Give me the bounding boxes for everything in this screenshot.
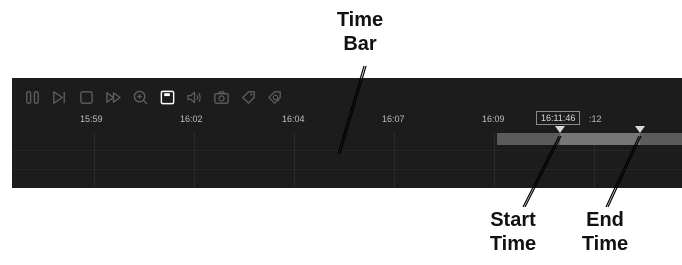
step-forward-button[interactable] — [49, 87, 70, 108]
end-time-callout: End Time — [570, 208, 640, 256]
save-button[interactable] — [157, 87, 178, 108]
tick-label: 16:02 — [180, 114, 203, 124]
time-bar-callout-line2: Bar — [343, 33, 377, 55]
grid-line — [394, 132, 395, 188]
start-time-callout-line1: Start — [490, 209, 536, 231]
volume-button[interactable] — [184, 87, 205, 108]
selected-clip-range[interactable] — [560, 133, 640, 145]
step-forward-icon — [53, 90, 65, 104]
tick-label: :12 — [589, 114, 602, 124]
playback-toolbar — [22, 86, 286, 108]
zoom-in-icon — [133, 90, 148, 105]
grid-line — [12, 150, 682, 151]
tick-label: 16:04 — [282, 114, 305, 124]
snapshot-button[interactable] — [211, 87, 232, 108]
pause-button[interactable] — [22, 87, 43, 108]
time-bar-callout: Time Bar — [320, 8, 400, 56]
camera-icon — [214, 90, 229, 104]
save-icon — [160, 90, 175, 104]
end-time-callout-line2: Time — [581, 233, 629, 255]
grid-line — [294, 132, 295, 188]
tick-label: 16:07 — [382, 114, 405, 124]
fast-forward-icon — [106, 91, 121, 103]
end-time-marker[interactable] — [635, 126, 645, 133]
grid-line — [94, 132, 95, 188]
grid-line — [494, 132, 495, 188]
start-time-callout: Start Time — [478, 208, 548, 256]
current-time-tooltip: 16:11:46 — [536, 111, 581, 125]
grid-line — [12, 169, 682, 170]
zoom-in-button[interactable] — [130, 87, 151, 108]
stop-icon — [80, 90, 93, 104]
tick-label: 16:09 — [482, 114, 505, 124]
tag-icon — [242, 90, 255, 104]
start-time-marker[interactable] — [555, 126, 565, 133]
pause-icon — [26, 90, 39, 104]
tag-search-icon — [268, 90, 281, 104]
start-time-callout-line2: Time — [489, 233, 537, 255]
playback-panel: 15:59 16:02 16:04 16:07 16:09 :12 16:11:… — [12, 78, 682, 188]
time-bar-callout-line1: Time — [336, 9, 384, 31]
time-scale: 15:59 16:02 16:04 16:07 16:09 :12 — [12, 114, 682, 130]
end-time-callout-line1: End — [586, 209, 624, 231]
tick-label: 15:59 — [80, 114, 103, 124]
stop-button[interactable] — [76, 87, 97, 108]
grid-line — [194, 132, 195, 188]
add-tag-button[interactable] — [238, 87, 259, 108]
fast-forward-button[interactable] — [103, 87, 124, 108]
volume-icon — [187, 91, 201, 103]
tag-search-button[interactable] — [265, 87, 286, 108]
